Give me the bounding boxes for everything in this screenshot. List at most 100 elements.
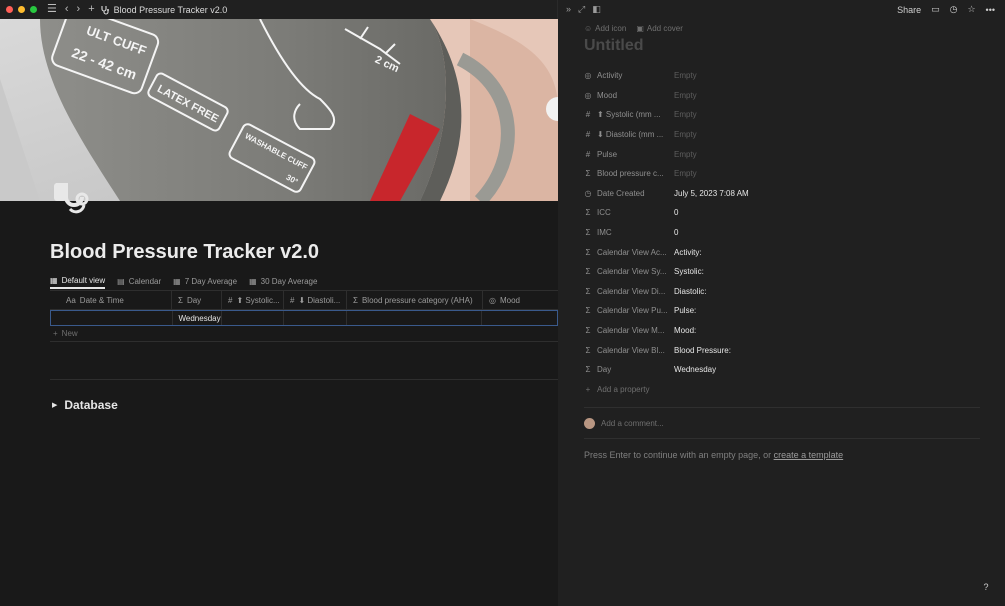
property-day[interactable]: Σ Day Wednesday <box>584 360 980 380</box>
formula-icon: Σ <box>585 306 591 316</box>
minimize-window-button[interactable] <box>18 6 25 13</box>
view-tabs: ▦ Default view ▤ Calendar ▦ 7 Day Averag… <box>50 273 317 289</box>
page-title: Blood Pressure Tracker v2.0 <box>50 241 320 263</box>
add-cover-button[interactable]: ▣ Add cover <box>636 24 683 33</box>
close-peek-icon[interactable]: » <box>566 4 571 15</box>
clock-icon: ◷ <box>584 188 592 198</box>
cell-bp-category[interactable] <box>347 311 483 325</box>
add-icon-button[interactable]: ☺ Add icon <box>584 24 626 33</box>
cell-diastolic[interactable] <box>284 311 347 325</box>
breadcrumb[interactable]: Blood Pressure Tracker v2.0 <box>100 4 228 15</box>
formula-icon: Σ <box>178 295 183 305</box>
column-systolic[interactable]: # ⬆ Systolic... <box>222 291 284 309</box>
updates-icon[interactable]: ◷ <box>950 4 958 15</box>
menu-icon[interactable]: ☰ <box>47 0 57 19</box>
formula-icon: Σ <box>585 247 591 257</box>
property-calendar-view-bp[interactable]: Σ Calendar View Bl... Blood Pressure: <box>584 340 980 360</box>
comment-input[interactable]: Add a comment... <box>584 418 664 429</box>
cell-mood[interactable] <box>482 311 557 325</box>
back-icon[interactable]: ‹ <box>65 0 69 19</box>
side-peek-panel: » ⤢ ◧ Share ▭ ◷ ☆ ••• ☺ Add icon ▣ Add c… <box>558 0 1005 606</box>
share-button[interactable]: Share <box>897 5 921 15</box>
empty-page-hint: Press Enter to continue with an empty pa… <box>584 450 844 460</box>
calendar-icon: ▤ <box>117 276 125 286</box>
table-icon: ▦ <box>173 276 181 286</box>
formula-icon: Σ <box>585 286 591 296</box>
tab-7-day-average[interactable]: ▦ 7 Day Average <box>173 273 237 289</box>
column-date-time[interactable]: Aa Date & Time <box>50 291 172 309</box>
property-calendar-view-systolic[interactable]: Σ Calendar View Sy... Systolic: <box>584 262 980 282</box>
zoom-window-button[interactable] <box>30 6 37 13</box>
number-icon: # <box>585 149 591 159</box>
cell-systolic[interactable] <box>222 311 285 325</box>
database-heading: Database <box>64 398 118 412</box>
formula-icon: Σ <box>585 365 591 375</box>
property-date-created[interactable]: ◷ Date Created July 5, 2023 7:08 AM <box>584 184 980 204</box>
property-diastolic[interactable]: # ⬇ Diastolic (mm ... Empty <box>584 125 980 145</box>
forward-icon[interactable]: › <box>77 0 81 19</box>
peek-toolbar: » ⤢ ◧ Share ▭ ◷ ☆ ••• <box>558 0 1005 19</box>
database-toggle[interactable]: ▶ Database <box>52 398 118 412</box>
property-calendar-view-diastolic[interactable]: Σ Calendar View Di... Diastolic: <box>584 282 980 302</box>
new-row-button[interactable]: + New <box>50 326 558 342</box>
table-icon: ▦ <box>50 275 58 285</box>
property-imc[interactable]: Σ IMC 0 <box>584 223 980 243</box>
formula-icon: Σ <box>585 267 591 277</box>
plus-icon: + <box>585 385 591 394</box>
text-property-icon: Aa <box>66 295 76 305</box>
property-icc[interactable]: Σ ICC 0 <box>584 203 980 223</box>
property-pulse[interactable]: # Pulse Empty <box>584 144 980 164</box>
select-icon: ◎ <box>489 295 496 305</box>
property-activity[interactable]: ◎ Activity Empty <box>584 66 980 86</box>
property-systolic[interactable]: # ⬆ Systolic (mm ... Empty <box>584 105 980 125</box>
formula-icon: Σ <box>585 345 591 355</box>
column-diastolic[interactable]: # ⬇ Diastoli... <box>284 291 347 309</box>
property-calendar-view-activity[interactable]: Σ Calendar View Ac... Activity: <box>584 242 980 262</box>
property-list: ◎ Activity Empty ◎ Mood Empty # ⬆ Systolic … <box>584 66 980 400</box>
smile-icon: ☺ <box>584 24 593 33</box>
page-actions: ☺ Add icon ▣ Add cover <box>584 24 1005 33</box>
triangle-right-icon: ▶ <box>52 402 58 409</box>
expand-icon[interactable]: ⤢ <box>578 4 585 15</box>
page-title-input[interactable]: Untitled <box>584 37 1005 59</box>
property-calendar-view-mood[interactable]: Σ Calendar View M... Mood: <box>584 321 980 341</box>
database-table: Aa Date & Time Σ Day # ⬆ Systolic... # ⬇… <box>50 290 558 342</box>
cover-image: ULT CUFF 22 - 42 cm LATEX FREE WASHABLE … <box>0 19 558 201</box>
table-row[interactable]: Wednesday <box>50 310 558 326</box>
cell-date-time[interactable] <box>51 311 173 325</box>
number-icon: # <box>585 130 591 140</box>
avatar <box>584 418 595 429</box>
page-icon[interactable] <box>52 183 92 219</box>
tab-default-view[interactable]: ▦ Default view <box>50 273 106 289</box>
more-icon[interactable]: ••• <box>986 5 995 15</box>
add-property-button[interactable]: + Add a property <box>584 380 980 400</box>
star-icon[interactable]: ☆ <box>967 4 975 15</box>
number-icon: # <box>290 295 295 305</box>
breadcrumb-title: Blood Pressure Tracker v2.0 <box>113 4 228 15</box>
window-controls <box>6 6 37 13</box>
property-bp-category[interactable]: Σ Blood pressure c... Empty <box>584 164 980 184</box>
peek-mode-icon[interactable]: ◧ <box>592 4 601 15</box>
tab-30-day-average[interactable]: ▦ 30 Day Average <box>249 273 317 289</box>
formula-icon: Σ <box>585 326 591 336</box>
table-icon: ▦ <box>249 276 257 286</box>
formula-icon: Σ <box>585 208 591 218</box>
comment-icon[interactable]: ▭ <box>931 4 940 15</box>
tab-calendar[interactable]: ▤ Calendar <box>117 273 161 289</box>
stethoscope-icon <box>101 5 109 15</box>
table-header: Aa Date & Time Σ Day # ⬆ Systolic... # ⬇… <box>50 290 558 310</box>
plus-icon[interactable]: + <box>88 0 94 19</box>
help-button[interactable]: ? <box>979 580 993 594</box>
property-calendar-view-pulse[interactable]: Σ Calendar View Pu... Pulse: <box>584 301 980 321</box>
select-icon: ◎ <box>584 90 592 100</box>
property-mood[interactable]: ◎ Mood Empty <box>584 86 980 106</box>
column-mood[interactable]: ◎ Mood <box>483 291 558 309</box>
number-icon: # <box>585 110 591 120</box>
plus-icon: + <box>53 329 58 338</box>
column-bp-category[interactable]: Σ Blood pressure category (AHA) <box>347 291 483 309</box>
cell-day[interactable]: Wednesday <box>173 311 223 325</box>
close-window-button[interactable] <box>6 6 13 13</box>
formula-icon: Σ <box>353 295 358 305</box>
create-template-link[interactable]: create a template <box>774 450 844 460</box>
column-day[interactable]: Σ Day <box>172 291 222 309</box>
